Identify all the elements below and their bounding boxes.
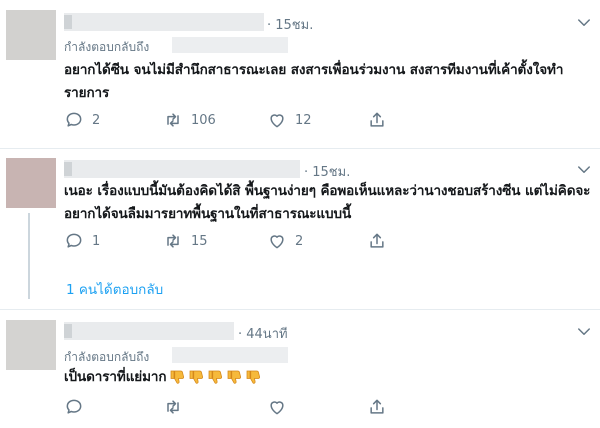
tweet-timestamp[interactable]: · 44นาที — [238, 323, 288, 344]
tweet-timestamp[interactable]: · 15ชม. — [267, 14, 313, 35]
tweet-text: อยากได้ซีน จนไม่มีสำนึกสาธารณะเลย สงสารเ… — [64, 62, 564, 101]
emoji-row — [168, 368, 262, 386]
share-icon — [370, 233, 384, 248]
reply-icon — [66, 233, 82, 248]
tweet-text: เนอะ เรื่องแบบนี้มันต้องคิดได้สิ พื้นฐาน… — [64, 183, 591, 222]
tweet-actions: 2 106 12 — [64, 110, 394, 132]
retweet-button[interactable]: 106 — [163, 110, 216, 130]
retweet-count: 15 — [191, 233, 208, 249]
retweet-count: 106 — [191, 112, 216, 128]
tweet-2[interactable]: · 15ชม. เนอะ เรื่องแบบนี้มันต้องคิดได้สิ… — [0, 149, 600, 299]
reply-button[interactable]: 2 — [64, 110, 100, 130]
retweet-button[interactable]: 15 — [163, 231, 208, 251]
tweet-1[interactable]: · 15ชม. กำลังตอบกลับถึง อยากได้ซีน จนไม่… — [0, 0, 600, 148]
replying-to-label: กำลังตอบกลับถึง — [64, 40, 150, 54]
reply-icon — [66, 112, 82, 127]
like-icon — [270, 401, 284, 415]
avatar[interactable] — [6, 10, 56, 60]
author-name-redacted[interactable] — [64, 160, 300, 178]
avatar[interactable] — [6, 158, 56, 208]
thread-line — [28, 213, 30, 299]
author-name-redacted[interactable] — [64, 13, 264, 31]
like-button[interactable] — [267, 397, 287, 417]
share-button[interactable] — [367, 397, 387, 417]
like-count: 12 — [295, 112, 312, 128]
reply-count: 1 — [92, 233, 101, 249]
replying-to-label: กำลังตอบกลับถึง — [64, 350, 150, 364]
retweet-icon — [167, 113, 179, 127]
thumbs-down-emoji — [171, 370, 185, 384]
replying-to-handle-redacted[interactable] — [172, 37, 288, 53]
show-replies-link[interactable]: 1 คนได้ตอบกลับ — [66, 278, 163, 300]
chevron-down-icon[interactable] — [575, 14, 593, 32]
replying-to-handle-redacted[interactable] — [172, 347, 288, 363]
tweet-3[interactable]: · 44นาที กำลังตอบกลับถึง เป็นดาราที่แย่ม… — [0, 310, 600, 428]
chevron-down-icon[interactable] — [575, 161, 593, 179]
tweet-text-container: เป็นดาราที่แย่มาก — [64, 366, 594, 389]
tweet-actions — [64, 397, 394, 419]
tweet-actions: 1 15 2 — [64, 231, 394, 253]
author-name-redacted[interactable] — [64, 322, 234, 340]
share-button[interactable] — [367, 110, 387, 130]
like-button[interactable]: 12 — [267, 110, 312, 130]
retweet-button[interactable] — [163, 397, 183, 417]
reply-icon — [66, 399, 82, 414]
like-button[interactable]: 2 — [267, 231, 303, 251]
avatar[interactable] — [6, 320, 56, 370]
reply-count: 2 — [92, 112, 101, 128]
thumbs-down-emoji — [209, 370, 223, 384]
retweet-icon — [167, 234, 179, 248]
thumbs-down-emoji — [247, 370, 261, 384]
thumbs-down-emoji — [190, 370, 204, 384]
like-count: 2 — [295, 233, 304, 249]
reply-button[interactable] — [64, 397, 84, 417]
like-icon — [270, 114, 284, 128]
retweet-icon — [167, 400, 179, 414]
tweet-text: เป็นดาราที่แย่มาก — [64, 369, 167, 385]
reply-button[interactable]: 1 — [64, 231, 100, 251]
share-icon — [370, 112, 384, 127]
thumbs-down-emoji — [228, 370, 242, 384]
like-icon — [270, 235, 284, 249]
chevron-down-icon[interactable] — [575, 323, 593, 341]
share-button[interactable] — [367, 231, 387, 251]
tweet-timestamp[interactable]: · 15ชม. — [304, 161, 350, 182]
share-icon — [370, 399, 384, 414]
